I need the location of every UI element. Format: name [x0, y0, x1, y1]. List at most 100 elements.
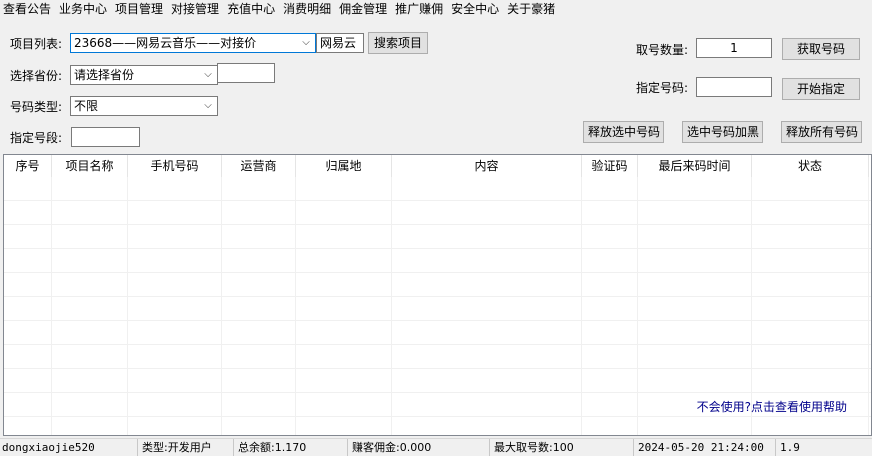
table-cell — [52, 177, 128, 201]
table-row — [4, 249, 871, 273]
chevron-down-icon[interactable]: ⌵ — [299, 34, 313, 52]
status-commission: 赚客佣金:0.000 — [348, 439, 490, 456]
status-user: dongxiaojie520 — [0, 439, 138, 456]
menu-item[interactable]: 推广赚佣 — [391, 0, 447, 18]
table-cell — [392, 297, 582, 321]
menu-item[interactable]: 安全中心 — [447, 0, 503, 18]
table-cell — [752, 345, 869, 369]
table-cell — [296, 201, 392, 225]
get-number-button[interactable]: 获取号码 — [782, 38, 860, 60]
table-cell — [4, 249, 52, 273]
release-all-button[interactable]: 释放所有号码 — [781, 121, 862, 143]
count-label: 取号数量: — [636, 43, 689, 57]
project-list-label: 项目列表: — [10, 37, 63, 51]
project-select[interactable]: 23668——网易云音乐——对接价 ⌵ — [70, 33, 316, 53]
column-header[interactable]: 序号 — [4, 155, 52, 177]
table-cell — [752, 177, 869, 201]
table-cell — [222, 369, 296, 393]
table-cell — [52, 345, 128, 369]
chevron-down-icon[interactable]: ⌵ — [201, 66, 215, 84]
status-bar: dongxiaojie520 类型:开发用户 总余额:1.170 赚客佣金:0.… — [0, 438, 872, 456]
table-cell — [4, 345, 52, 369]
menu-item[interactable]: 查看公告 — [0, 0, 55, 18]
table-cell — [582, 321, 638, 345]
column-header[interactable]: 归属地 — [296, 155, 392, 177]
table-cell — [4, 201, 52, 225]
table-row — [4, 369, 871, 393]
table-cell — [222, 273, 296, 297]
status-balance: 总余额:1.170 — [234, 439, 348, 456]
table-cell — [296, 321, 392, 345]
usage-help-link[interactable]: 不会使用?点击查看使用帮助 — [697, 398, 847, 415]
release-selected-button[interactable]: 释放选中号码 — [583, 121, 664, 143]
province-select[interactable]: 请选择省份 ⌵ — [70, 65, 218, 85]
table-cell — [752, 273, 869, 297]
grid-header: 序号 项目名称 手机号码 运营商 归属地 内容 验证码 最后来码时间 状态 — [4, 155, 871, 177]
start-specify-button[interactable]: 开始指定 — [782, 78, 860, 100]
menu-item[interactable]: 对接管理 — [167, 0, 223, 18]
chevron-down-icon[interactable]: ⌵ — [201, 97, 215, 115]
table-cell — [296, 249, 392, 273]
table-cell — [392, 177, 582, 201]
table-cell — [752, 369, 869, 393]
table-cell — [582, 249, 638, 273]
table-cell — [128, 177, 222, 201]
table-cell — [638, 249, 752, 273]
table-cell — [296, 297, 392, 321]
table-cell — [4, 417, 52, 435]
table-cell — [392, 249, 582, 273]
table-cell — [582, 297, 638, 321]
menu-item[interactable]: 关于豪猪 — [503, 0, 559, 18]
menu-item[interactable]: 充值中心 — [223, 0, 279, 18]
menu-item[interactable]: 佣金管理 — [335, 0, 391, 18]
table-cell — [582, 345, 638, 369]
table-cell — [296, 273, 392, 297]
menu-item[interactable]: 业务中心 — [55, 0, 111, 18]
column-header[interactable]: 内容 — [392, 155, 582, 177]
table-cell — [582, 369, 638, 393]
table-cell — [128, 225, 222, 249]
column-header[interactable]: 手机号码 — [128, 155, 222, 177]
status-version: 1.9 — [780, 441, 800, 454]
province-extra-input[interactable] — [217, 63, 275, 83]
table-cell — [222, 345, 296, 369]
table-cell — [52, 297, 128, 321]
table-cell — [128, 273, 222, 297]
table-cell — [752, 417, 869, 435]
number-type-select-value: 不限 — [74, 99, 99, 113]
table-row — [4, 177, 871, 201]
table-cell — [296, 177, 392, 201]
blacklist-selected-button[interactable]: 选中号码加黑 — [682, 121, 763, 143]
table-cell — [582, 417, 638, 435]
segment-input[interactable] — [71, 127, 140, 147]
count-input[interactable]: 1 — [696, 38, 772, 58]
table-cell — [752, 249, 869, 273]
table-cell — [638, 321, 752, 345]
table-cell — [52, 369, 128, 393]
table-cell — [222, 225, 296, 249]
table-cell — [4, 225, 52, 249]
table-cell — [222, 201, 296, 225]
column-header[interactable]: 状态 — [752, 155, 869, 177]
table-cell — [392, 393, 582, 417]
menu-item[interactable]: 消费明细 — [279, 0, 335, 18]
table-cell — [222, 393, 296, 417]
column-header[interactable]: 运营商 — [222, 155, 296, 177]
menu-item[interactable]: 项目管理 — [111, 0, 167, 18]
table-row — [4, 321, 871, 345]
specify-number-input[interactable] — [696, 77, 772, 97]
specify-number-label: 指定号码: — [636, 81, 689, 95]
table-cell — [52, 225, 128, 249]
number-type-select[interactable]: 不限 ⌵ — [70, 96, 218, 116]
number-type-label: 号码类型: — [10, 100, 63, 114]
column-header[interactable]: 项目名称 — [52, 155, 128, 177]
table-cell — [752, 225, 869, 249]
project-search-input[interactable]: 网易云 — [316, 33, 364, 53]
column-header[interactable]: 验证码 — [582, 155, 638, 177]
grid-body[interactable] — [4, 177, 871, 435]
table-cell — [392, 321, 582, 345]
table-cell — [52, 393, 128, 417]
column-header[interactable]: 最后来码时间 — [638, 155, 752, 177]
search-project-button[interactable]: 搜索项目 — [368, 32, 428, 54]
number-list-grid[interactable]: 序号 项目名称 手机号码 运营商 归属地 内容 验证码 最后来码时间 状态 不会使用?点击查看使… — [3, 154, 872, 436]
